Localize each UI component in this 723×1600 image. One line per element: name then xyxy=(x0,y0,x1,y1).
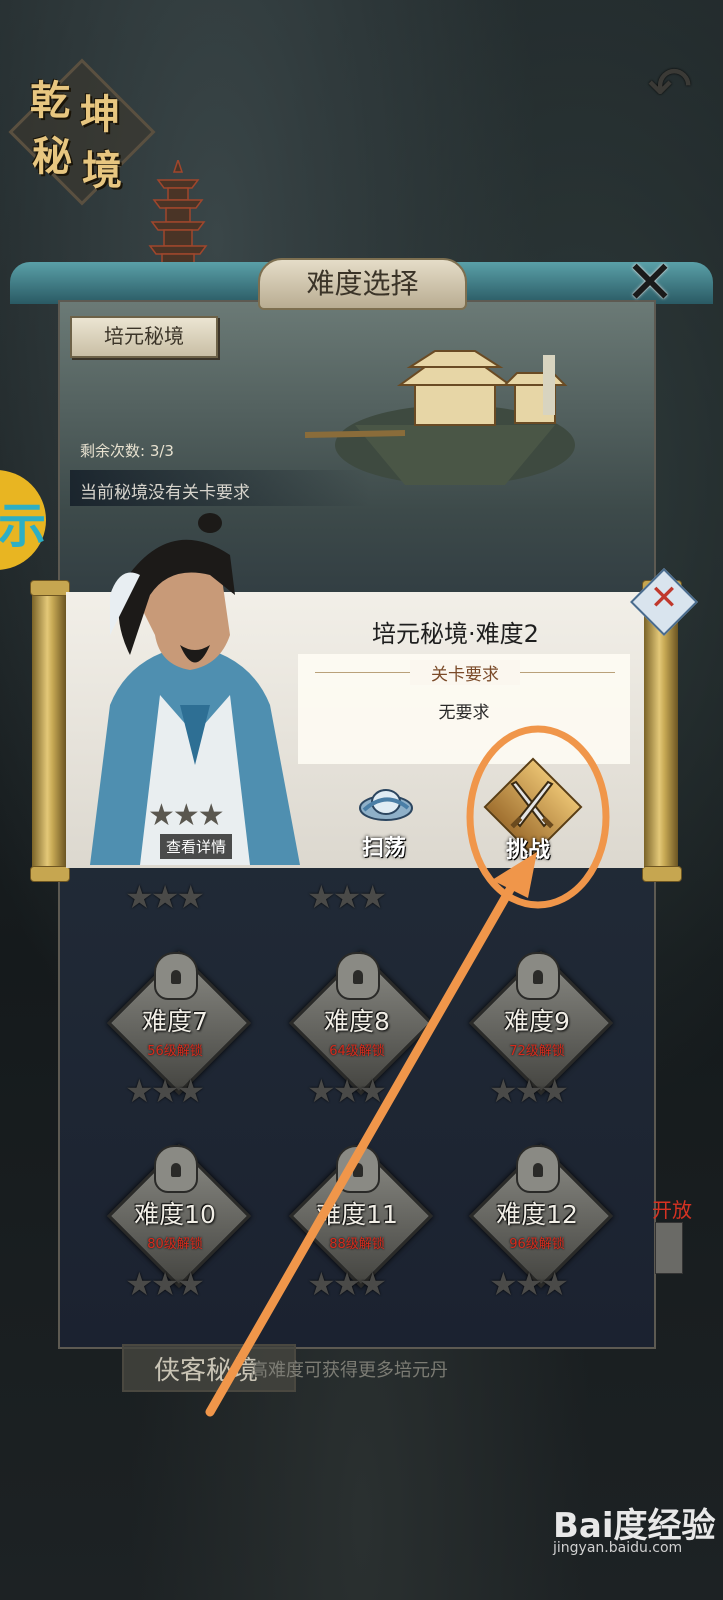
baidu-watermark-url: jingyan.baidu.com xyxy=(553,1540,683,1556)
pointer-arrow-shaft xyxy=(205,867,525,1417)
annotation-arrow-overlay xyxy=(205,725,610,1417)
highlight-circle xyxy=(466,725,610,909)
